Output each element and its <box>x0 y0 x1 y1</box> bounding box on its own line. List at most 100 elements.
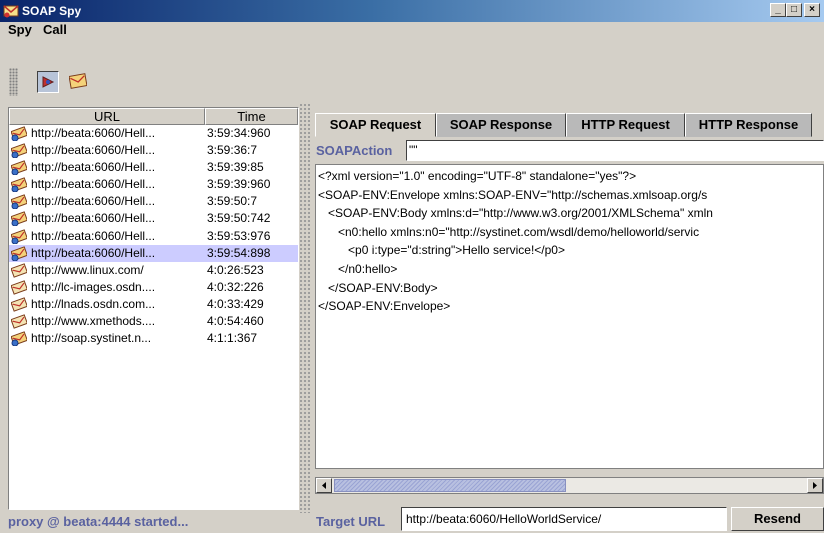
row-url: http://www.xmethods.... <box>31 314 156 329</box>
maximize-button[interactable]: □ <box>786 3 802 17</box>
soap-envelope-icon <box>10 331 28 347</box>
xml-line: </SOAP-ENV:Body> <box>318 280 438 295</box>
xml-line: </n0:hello> <box>318 262 398 276</box>
table-body: http://beata:6060/Hell... 3:59:34:960 http… <box>9 125 298 347</box>
split-pane-divider[interactable] <box>300 103 310 513</box>
table-row[interactable]: http://beata:6060/Hell... 3:59:39:960 <box>9 176 298 193</box>
xml-line: <n0:hello xmlns:n0="http://systinet.com/… <box>318 224 700 239</box>
scrollbar-thumb[interactable] <box>334 479 566 492</box>
row-url: http://www.linux.com/ <box>31 262 144 277</box>
soap-envelope-icon <box>10 177 28 193</box>
window-title: SOAP Spy <box>22 4 82 18</box>
scroll-right-button[interactable] <box>807 478 823 493</box>
soap-request-content: SOAPAction "" <?xml version="1.0" encodi… <box>313 137 824 531</box>
row-time: 4:0:54:460 <box>207 314 264 329</box>
http-envelope-icon <box>10 297 28 312</box>
row-time: 4:0:33:429 <box>207 296 264 311</box>
row-url: http://beata:6060/Hell... <box>31 126 156 140</box>
table-row[interactable]: http://beata:6060/Hell... 3:59:39:85 <box>9 159 298 176</box>
soap-envelope-icon <box>10 194 28 210</box>
table-row[interactable]: http://soap.systinet.n... 4:1:1:367 <box>9 330 298 347</box>
row-time: 3:59:53:976 <box>207 228 271 243</box>
table-row[interactable]: http://beata:6060/Hell... 3:59:34:960 <box>9 125 298 142</box>
column-url[interactable]: URL <box>9 108 205 125</box>
soap-envelope-icon <box>10 245 28 262</box>
table-row[interactable]: http://www.xmethods.... 4:0:54:460 <box>9 313 298 330</box>
table-row[interactable]: http://beata:6060/Hell... 3:59:53:976 <box>9 228 298 245</box>
horizontal-scrollbar[interactable] <box>315 477 824 494</box>
scroll-left-button[interactable] <box>316 478 332 493</box>
row-url: http://lnads.osdn.com... <box>31 296 156 311</box>
row-time: 3:59:39:960 <box>207 177 271 192</box>
row-time: 3:59:34:960 <box>207 126 271 140</box>
row-url: http://beata:6060/Hell... <box>31 143 156 158</box>
xml-line: <p0 i:type="d:string">Hello service!</p0… <box>318 243 565 258</box>
xml-line: <SOAP-ENV:Body xmlns:d="http://www.w3.or… <box>318 206 713 221</box>
row-url: http://soap.systinet.n... <box>31 331 152 346</box>
tab-http-response[interactable]: HTTP Response <box>685 113 812 137</box>
row-url: http://beata:6060/Hell... <box>31 245 156 260</box>
tab-soap-response[interactable]: SOAP Response <box>436 113 566 137</box>
table-row[interactable]: http://beata:6060/Hell... 3:59:50:7 <box>9 193 298 210</box>
column-time[interactable]: Time <box>205 108 298 125</box>
table-row[interactable]: http://beata:6060/Hell... 3:59:36:7 <box>9 142 298 159</box>
row-time: 4:0:26:523 <box>207 262 264 277</box>
soap-envelope-icon <box>10 143 28 159</box>
title-bar[interactable]: SOAP Spy _ □ × <box>0 0 824 22</box>
row-url: http://beata:6060/Hell... <box>31 228 156 243</box>
soap-envelope-icon <box>10 211 28 227</box>
table-row[interactable]: http://beata:6060/Hell... 3:59:50:742 <box>9 210 298 227</box>
arrow-right-icon <box>813 482 817 489</box>
soapaction-label: SOAPAction <box>316 143 393 158</box>
soap-envelope-icon <box>10 160 28 176</box>
app-icon <box>3 3 19 19</box>
xml-line: </SOAP-ENV:Envelope> <box>318 299 451 314</box>
xml-editor[interactable]: <?xml version="1.0" encoding="UTF-8" sta… <box>315 164 824 469</box>
row-time: 3:59:36:7 <box>207 143 258 158</box>
status-text: proxy @ beata:4444 started... <box>8 514 189 529</box>
detail-panel: SOAP Request SOAP Response HTTP Request … <box>311 107 824 531</box>
row-url: http://beata:6060/Hell... <box>31 211 156 226</box>
row-time: 3:59:54:898 <box>207 245 271 260</box>
envelope-icon <box>69 73 87 89</box>
target-url-label: Target URL <box>316 514 386 529</box>
http-envelope-icon <box>10 314 28 329</box>
row-url: http://beata:6060/Hell... <box>31 194 156 209</box>
toolbar <box>0 63 824 99</box>
menu-call[interactable]: Call <box>43 22 67 37</box>
toolbar-grip[interactable] <box>9 68 18 96</box>
minimize-button[interactable]: _ <box>770 3 786 17</box>
target-url-field[interactable]: http://beata:6060/HelloWorldService/ <box>401 507 727 531</box>
table-row[interactable]: http://lc-images.osdn.... 4:0:32:226 <box>9 279 298 296</box>
table-row[interactable]: http://lnads.osdn.com... 4:0:33:429 <box>9 296 298 313</box>
resend-button[interactable]: Resend <box>731 507 824 531</box>
row-time: 3:59:39:85 <box>207 160 264 175</box>
soap-envelope-icon <box>10 126 28 142</box>
table-row[interactable]: http://www.linux.com/4:0:26:523 <box>9 262 298 279</box>
xml-line: <?xml version="1.0" encoding="UTF-8" sta… <box>318 169 637 183</box>
soap-envelope-icon <box>10 228 28 245</box>
row-time: 4:1:1:367 <box>207 331 258 346</box>
menu-bar: Spy Call <box>0 22 824 56</box>
table-header: URL Time <box>9 108 298 125</box>
row-time: 3:59:50:7 <box>207 194 258 209</box>
open-call-button[interactable] <box>67 71 89 93</box>
row-url: http://beata:6060/Hell... <box>31 177 156 192</box>
soapaction-field[interactable]: "" <box>406 140 824 161</box>
tab-http-request[interactable]: HTTP Request <box>566 113 685 137</box>
table-row[interactable]: http://beata:6060/Hell... 3:59:54:898 <box>9 244 298 262</box>
record-icon <box>42 76 55 88</box>
row-url: http://lc-images.osdn.... <box>31 279 156 294</box>
arrow-left-icon <box>322 482 326 489</box>
menu-spy[interactable]: Spy <box>8 22 32 37</box>
row-url: http://beata:6060/Hell... <box>31 160 156 175</box>
row-time: 3:59:50:742 <box>207 211 271 226</box>
http-envelope-icon <box>10 280 28 295</box>
call-list-table[interactable]: URL Time http://beata:6060/Hell... 3:59:3… <box>8 107 299 510</box>
http-envelope-icon <box>10 262 28 278</box>
close-button[interactable]: × <box>804 3 820 17</box>
tab-soap-request[interactable]: SOAP Request <box>315 113 436 137</box>
xml-line: <SOAP-ENV:Envelope xmlns:SOAP-ENV="http:… <box>318 187 708 202</box>
row-time: 4:0:32:226 <box>207 279 264 294</box>
record-button[interactable] <box>37 71 59 93</box>
